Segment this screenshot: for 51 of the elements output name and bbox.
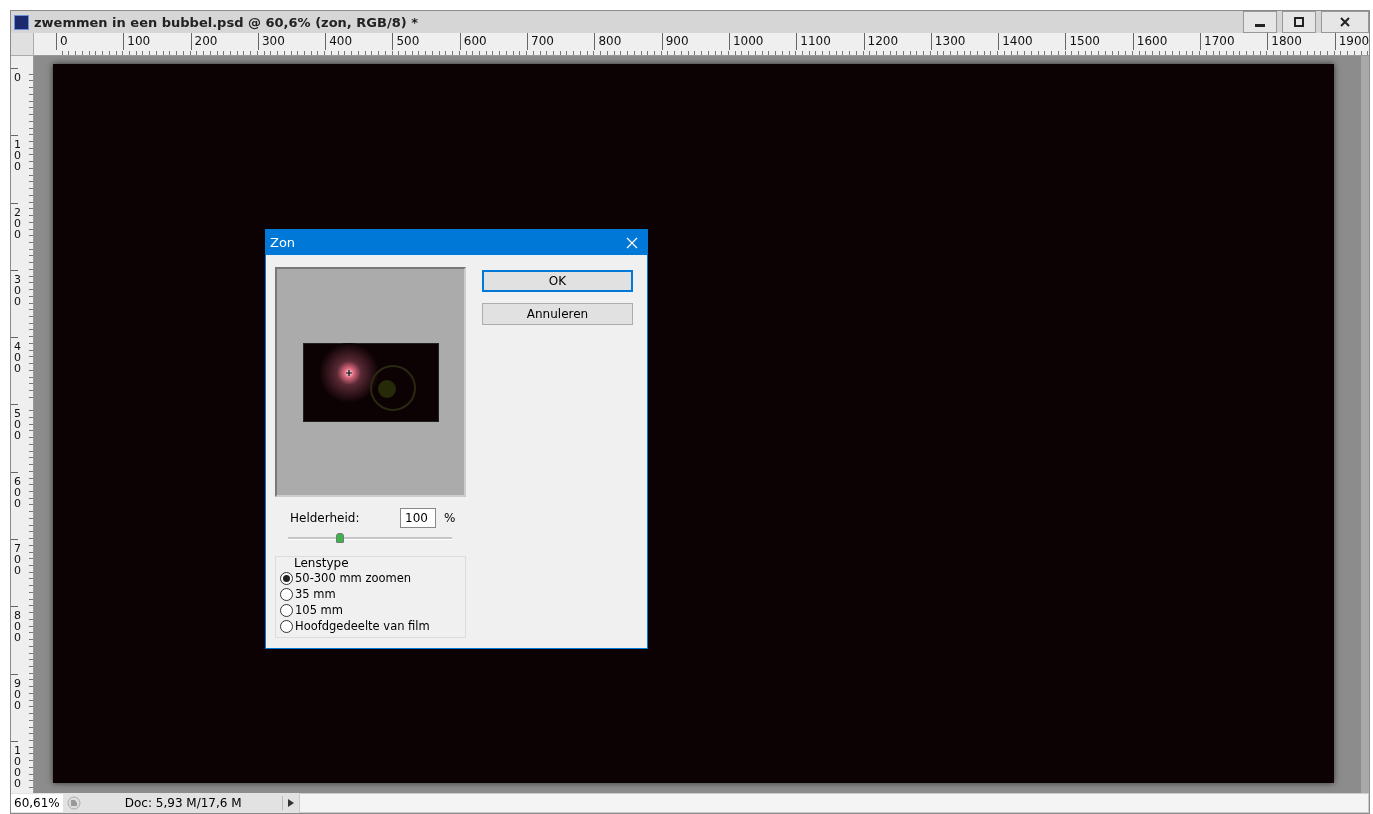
dialog-title: Zon [270,235,297,250]
ruler-label: 700 [527,33,595,50]
close-icon [626,236,638,249]
ruler-label: 1000 [728,33,797,50]
radio-button[interactable] [280,619,293,633]
ruler-label: 800 [594,33,662,50]
radio-option[interactable]: Hoofdgedeelte van film [280,618,465,634]
maximize-button[interactable] [1282,11,1316,33]
ruler-label: 900 [661,33,729,50]
ruler-label: 1600 [1132,33,1201,50]
ruler-label: 1200 [863,33,931,50]
window-title: zwemmen in een bubbel.psd @ 60,6% (zon, RGB/8) * [34,14,419,30]
ruler-label: 600 [459,33,528,50]
radio-option[interactable]: 105 mm [280,602,465,618]
ruler-label: 400 [325,33,393,50]
ruler-label: 300 [257,33,326,50]
doc-size: Doc: 5,93 M/17,6 M [90,796,283,810]
ruler-label: 200 [190,33,258,50]
radio-button[interactable] [280,603,293,617]
close-icon [1340,17,1350,27]
scrollbar[interactable] [1361,56,1369,793]
ruler-label: 1300 [930,33,999,50]
ruler-label: 0 [56,33,124,50]
ruler-label: 500 [392,33,460,50]
brightness-input[interactable]: 100 [400,508,436,528]
minimize-button[interactable] [1243,11,1277,33]
radio-option[interactable]: 35 mm [280,586,465,602]
ruler-label: 100 [123,33,191,50]
radio-option[interactable]: 50-300 mm zoomen [280,570,465,586]
app-icon [14,14,29,30]
slider-thumb[interactable] [336,533,345,543]
dialog-button[interactable]: Annuleren [482,303,633,325]
scrollbar[interactable] [298,793,1369,813]
group-label: Lenstype [294,556,350,570]
status-icon [66,796,81,810]
ruler-label: 1500 [1065,33,1133,50]
minimize-icon [1255,24,1265,27]
radio-button[interactable] [280,571,293,585]
brightness-label: Helderheid: [290,511,361,525]
close-button[interactable] [1321,11,1369,33]
percent-unit: % [444,511,456,525]
radio-button[interactable] [280,587,293,601]
ruler-label: 1400 [998,33,1066,50]
dialog-button[interactable]: OK [482,270,633,292]
ruler-label: 1700 [1200,33,1268,50]
zoom-field[interactable]: 60,61% [11,794,63,812]
maximize-icon [1294,17,1304,27]
ruler-label: 1900 [1334,33,1369,50]
ruler-label: 1100 [796,33,864,50]
play-icon [286,798,295,808]
ruler-label: 1800 [1267,33,1335,50]
